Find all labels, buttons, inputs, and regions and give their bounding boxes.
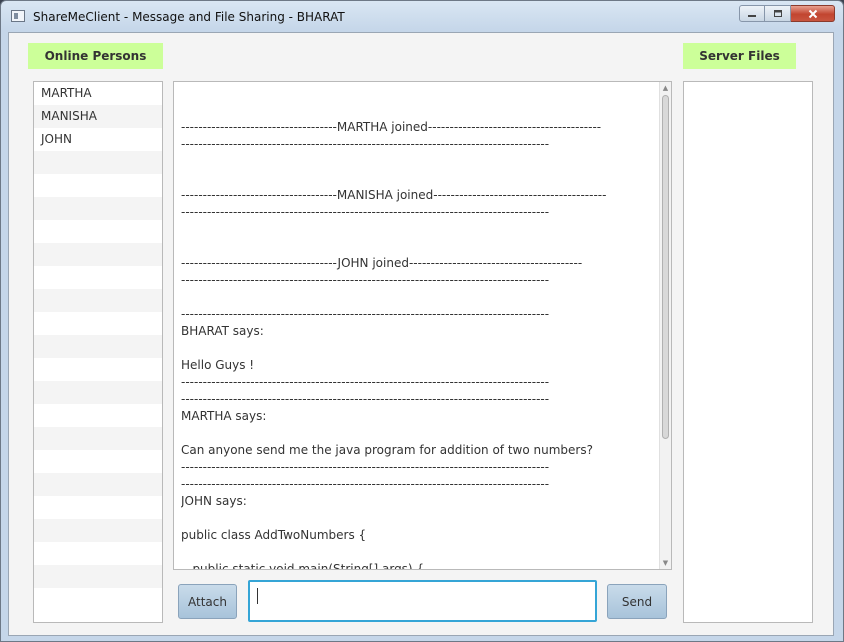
empty-list-row — [34, 358, 162, 381]
window-title: ShareMeClient - Message and File Sharing… — [33, 10, 345, 24]
app-window: ShareMeClient - Message and File Sharing… — [0, 0, 844, 642]
scroll-up-arrow-icon[interactable]: ▲ — [660, 82, 671, 94]
empty-list-row — [34, 220, 162, 243]
chat-line — [181, 238, 657, 255]
minimize-icon — [748, 14, 756, 17]
chat-line: ------------------------------------MART… — [181, 120, 602, 134]
close-icon — [808, 9, 817, 18]
chat-line — [181, 153, 657, 170]
text-caret — [257, 588, 258, 604]
chat-line — [181, 544, 657, 561]
scrollbar-thumb[interactable] — [662, 95, 669, 439]
server-files-list[interactable] — [683, 81, 813, 623]
chat-messages: ------------------------------------MART… — [181, 119, 657, 570]
title-bar[interactable]: ShareMeClient - Message and File Sharing… — [1, 1, 843, 32]
chat-line: BHARAT says: — [181, 324, 264, 338]
chat-line — [181, 221, 657, 238]
empty-list-row — [34, 335, 162, 358]
attach-button[interactable]: Attach — [178, 584, 237, 619]
empty-list-row — [34, 174, 162, 197]
empty-list-row — [34, 381, 162, 404]
empty-list-row — [34, 542, 162, 565]
message-input[interactable] — [248, 580, 597, 622]
empty-list-row — [34, 427, 162, 450]
person-item[interactable]: MARTHA — [34, 82, 162, 105]
chat-line: ----------------------------------------… — [181, 375, 550, 389]
empty-list-row — [34, 565, 162, 588]
chat-line: ----------------------------------------… — [181, 273, 550, 287]
empty-list-row — [34, 404, 162, 427]
chat-line: Can anyone send me the java program for … — [181, 443, 593, 457]
chat-line: Hello Guys ! — [181, 358, 255, 372]
send-button[interactable]: Send — [607, 584, 667, 619]
chat-line: ------------------------------------MANI… — [181, 188, 607, 202]
chat-scrollbar[interactable]: ▲ ▼ — [659, 82, 671, 569]
online-persons-list[interactable]: MARTHA MANISHA JOHN — [33, 81, 163, 623]
chat-line: ----------------------------------------… — [181, 392, 550, 406]
person-item[interactable]: JOHN — [34, 128, 162, 151]
empty-list-row — [34, 473, 162, 496]
window-controls — [739, 5, 835, 22]
empty-list-row — [34, 197, 162, 220]
maximize-button[interactable] — [765, 5, 791, 22]
chat-line: ----------------------------------------… — [181, 477, 550, 491]
minimize-button[interactable] — [739, 5, 765, 22]
chat-line: ----------------------------------------… — [181, 460, 550, 474]
app-icon — [11, 10, 25, 22]
chat-line: ----------------------------------------… — [181, 307, 550, 321]
chat-line — [181, 510, 657, 527]
chat-line: MARTHA says: — [181, 409, 267, 423]
chat-line — [181, 289, 657, 306]
online-persons-header: Online Persons — [28, 43, 163, 69]
empty-list-row — [34, 496, 162, 519]
chat-history[interactable]: ------------------------------------MART… — [173, 81, 672, 570]
empty-list-row — [34, 450, 162, 473]
scroll-down-arrow-icon[interactable]: ▼ — [660, 557, 671, 569]
chat-line: JOHN says: — [181, 494, 247, 508]
empty-list-row — [34, 312, 162, 335]
close-button[interactable] — [791, 5, 835, 22]
chat-line: ----------------------------------------… — [181, 205, 550, 219]
empty-list-row — [34, 588, 162, 611]
chat-line: ----------------------------------------… — [181, 137, 550, 151]
chat-line: public static void main(String[] args) { — [181, 562, 425, 570]
chat-line — [181, 340, 657, 357]
server-files-header: Server Files — [683, 43, 796, 69]
main-content: Online Persons Server Files MARTHA MANISH… — [8, 32, 834, 636]
empty-list-row — [34, 289, 162, 312]
chat-line — [181, 170, 657, 187]
empty-list-row — [34, 266, 162, 289]
person-item[interactable]: MANISHA — [34, 105, 162, 128]
empty-list-row — [34, 151, 162, 174]
empty-list-row — [34, 243, 162, 266]
chat-line: public class AddTwoNumbers { — [181, 528, 367, 542]
maximize-icon — [773, 9, 782, 17]
chat-line: ------------------------------------JOHN… — [181, 256, 583, 270]
chat-line — [181, 425, 657, 442]
empty-list-row — [34, 519, 162, 542]
